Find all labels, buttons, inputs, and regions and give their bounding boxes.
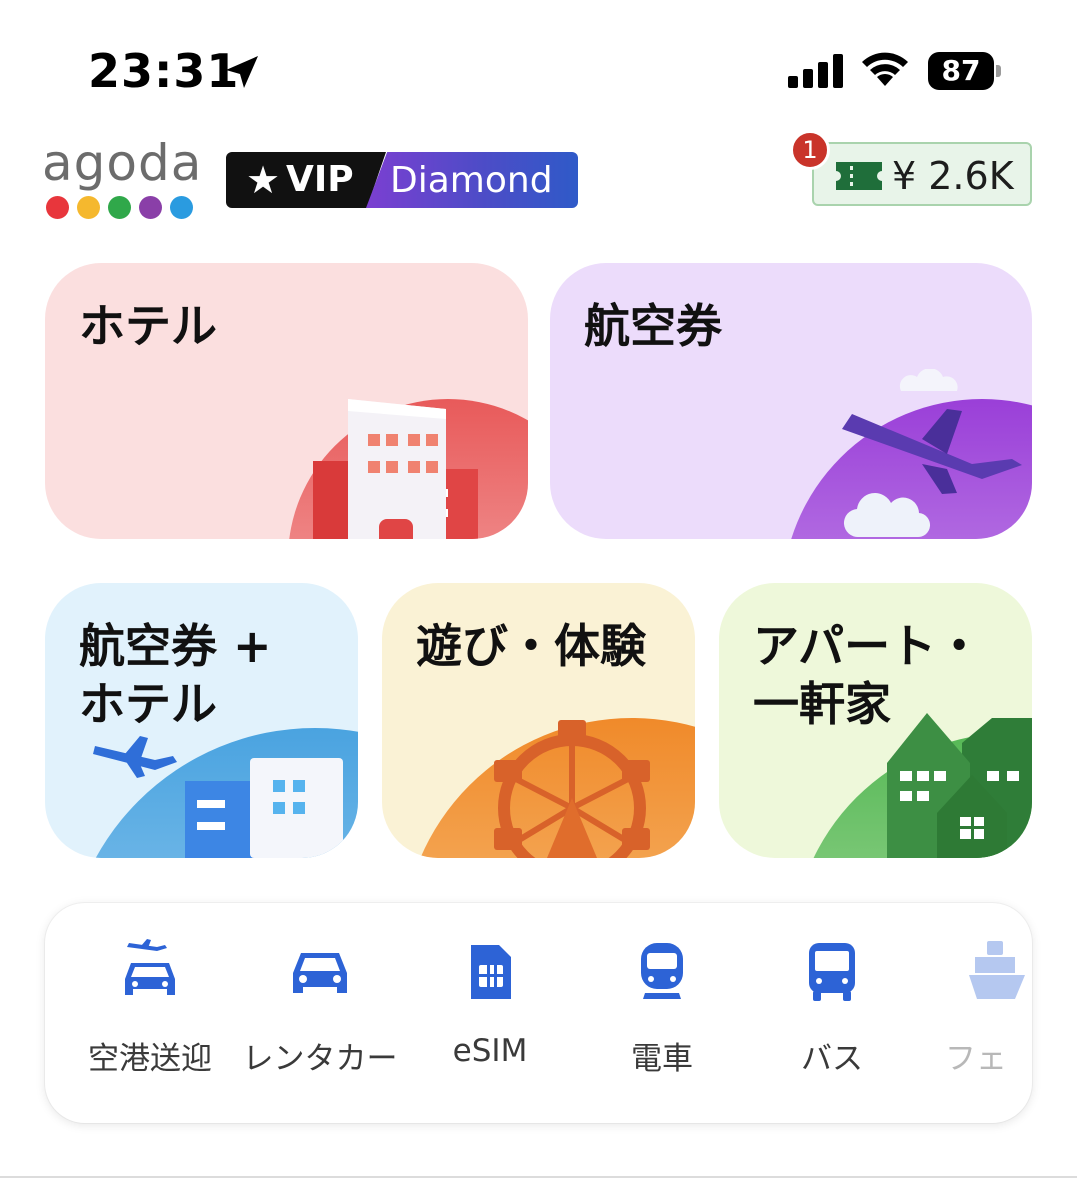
tile-package-label-1: 航空券 + [79,619,272,673]
location-arrow-icon [226,56,258,88]
train-icon [641,943,683,999]
transport-train[interactable]: 電車 [577,933,747,1083]
transport-label: eSIM [452,1033,528,1069]
hotel-building-icon [289,399,528,539]
tile-flight[interactable]: 航空券 [550,263,1032,539]
tile-activity-label: 遊び・体験 [416,619,646,673]
status-time: 23:31 [88,44,240,98]
houses-icon [813,713,1032,858]
tile-hotel-label: ホテル [79,299,217,353]
status-bar: 23:31 87 [0,0,1077,120]
tile-home-label-2: 一軒家 [753,677,891,731]
logo-dot [77,196,100,219]
wallet-balance-button[interactable]: ¥ 2.6K [812,142,1032,206]
ticket-icon [836,162,882,190]
agoda-logo: agoda [42,134,202,224]
star-icon: ★ [246,158,281,202]
tile-flight-label: 航空券 [584,299,722,353]
tile-homes[interactable]: アパート・ 一軒家 [719,583,1032,858]
airport-transfer-icon [125,939,175,995]
logo-dot [139,196,162,219]
flight-hotel-icon [93,728,358,858]
transport-car-rental[interactable]: レンタカー [235,933,405,1083]
transport-ferry[interactable]: フェ [945,933,1032,1083]
transport-label: フェ [945,1041,1007,1077]
notification-badge: 1 [790,130,830,170]
transport-services-bar: 空港送迎 レンタカー eSIM 電車 バス フェ [45,903,1032,1123]
vip-tier-label: Diamond [390,160,553,201]
logo-text: agoda [42,134,203,192]
logo-dot [46,196,69,219]
vip-diamond-badge[interactable]: ★ VIP Diamond [226,152,578,208]
tile-package-label-2: ホテル [79,677,217,731]
transport-bus[interactable]: バス [747,933,917,1083]
airplane-icon [791,369,1032,539]
ferry-icon [969,941,1025,999]
transport-label: 電車 [631,1041,693,1077]
vip-label: VIP [286,159,354,200]
transport-esim[interactable]: eSIM [405,933,575,1083]
battery-level: 87 [941,54,981,87]
sim-card-icon [471,945,511,999]
tile-hotel[interactable]: ホテル [45,263,528,539]
wallet-amount: ¥ 2.6K [892,154,1014,198]
car-icon [293,953,347,993]
transport-label: 空港送迎 [88,1041,212,1077]
tile-activities[interactable]: 遊び・体験 [382,583,695,858]
wifi-icon [862,52,908,86]
cellular-signal-icon [788,54,843,88]
ferris-wheel-icon [420,718,695,858]
bottom-divider [0,1176,1077,1178]
logo-dots [46,196,193,219]
transport-label: バス [801,1041,863,1077]
bus-icon [809,943,855,1001]
transport-airport-transfer[interactable]: 空港送迎 [65,933,235,1083]
battery-icon: 87 [928,52,1002,90]
tile-home-label-1: アパート・ [753,619,983,673]
transport-label: レンタカー [242,1041,398,1077]
logo-dot [108,196,131,219]
logo-dot [170,196,193,219]
tile-flight-hotel[interactable]: 航空券 + ホテル [45,583,358,858]
